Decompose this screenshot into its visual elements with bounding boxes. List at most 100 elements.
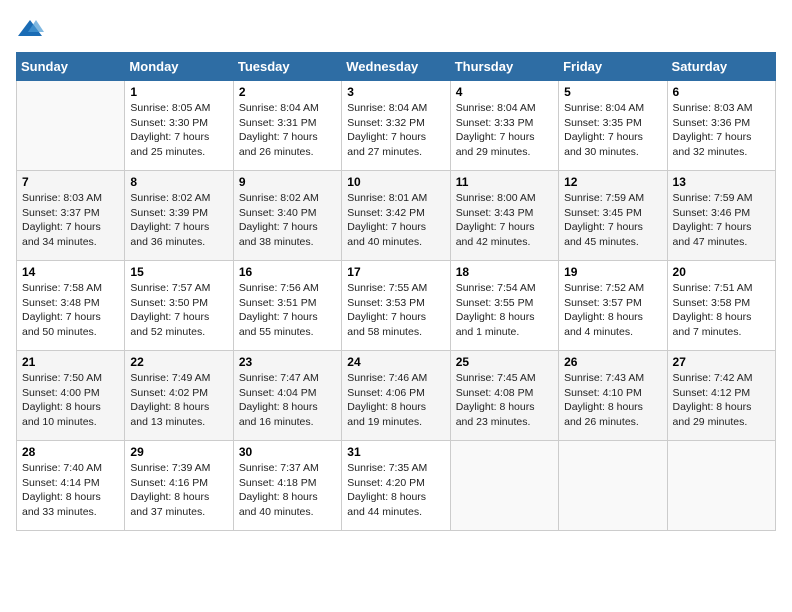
day-number: 2 [239, 85, 336, 99]
cell-info: Sunrise: 7:42 AMSunset: 4:12 PMDaylight:… [673, 371, 770, 430]
cell-info: Sunrise: 7:49 AMSunset: 4:02 PMDaylight:… [130, 371, 227, 430]
calendar-cell: 11 Sunrise: 8:00 AMSunset: 3:43 PMDayligh… [450, 171, 558, 261]
calendar-cell: 3 Sunrise: 8:04 AMSunset: 3:32 PMDaylight… [342, 81, 450, 171]
day-number: 17 [347, 265, 444, 279]
day-number: 23 [239, 355, 336, 369]
logo [16, 16, 48, 44]
cell-info: Sunrise: 7:37 AMSunset: 4:18 PMDaylight:… [239, 461, 336, 520]
cell-info: Sunrise: 7:43 AMSunset: 4:10 PMDaylight:… [564, 371, 661, 430]
day-number: 4 [456, 85, 553, 99]
cell-info: Sunrise: 8:04 AMSunset: 3:31 PMDaylight:… [239, 101, 336, 160]
day-number: 14 [22, 265, 119, 279]
calendar-cell: 19 Sunrise: 7:52 AMSunset: 3:57 PMDayligh… [559, 261, 667, 351]
calendar-cell: 2 Sunrise: 8:04 AMSunset: 3:31 PMDaylight… [233, 81, 341, 171]
cell-info: Sunrise: 7:46 AMSunset: 4:06 PMDaylight:… [347, 371, 444, 430]
day-number: 28 [22, 445, 119, 459]
calendar-cell: 20 Sunrise: 7:51 AMSunset: 3:58 PMDayligh… [667, 261, 775, 351]
calendar-cell: 16 Sunrise: 7:56 AMSunset: 3:51 PMDayligh… [233, 261, 341, 351]
day-number: 29 [130, 445, 227, 459]
cell-info: Sunrise: 8:00 AMSunset: 3:43 PMDaylight:… [456, 191, 553, 250]
cell-info: Sunrise: 8:04 AMSunset: 3:33 PMDaylight:… [456, 101, 553, 160]
header-day-sunday: Sunday [17, 53, 125, 81]
header-day-saturday: Saturday [667, 53, 775, 81]
day-number: 16 [239, 265, 336, 279]
day-number: 27 [673, 355, 770, 369]
calendar-table: SundayMondayTuesdayWednesdayThursdayFrid… [16, 52, 776, 531]
calendar-cell: 14Sunrise: 7:58 AMSunset: 3:48 PMDayligh… [17, 261, 125, 351]
cell-info: Sunrise: 7:50 AMSunset: 4:00 PMDaylight:… [22, 371, 119, 430]
cell-info: Sunrise: 7:59 AMSunset: 3:45 PMDaylight:… [564, 191, 661, 250]
cell-info: Sunrise: 8:04 AMSunset: 3:35 PMDaylight:… [564, 101, 661, 160]
calendar-cell: 15 Sunrise: 7:57 AMSunset: 3:50 PMDayligh… [125, 261, 233, 351]
day-number: 7 [22, 175, 119, 189]
calendar-week-row: 1Sunrise: 8:05 AMSunset: 3:30 PMDaylight… [17, 81, 776, 171]
day-number: 20 [673, 265, 770, 279]
calendar-cell: 5 Sunrise: 8:04 AMSunset: 3:35 PMDaylight… [559, 81, 667, 171]
day-number: 10 [347, 175, 444, 189]
cell-info: Sunrise: 7:52 AMSunset: 3:57 PMDaylight:… [564, 281, 661, 340]
calendar-cell: 24Sunrise: 7:46 AMSunset: 4:06 PMDayligh… [342, 351, 450, 441]
day-number: 1 [130, 85, 227, 99]
cell-info: Sunrise: 8:04 AMSunset: 3:32 PMDaylight:… [347, 101, 444, 160]
calendar-cell [559, 441, 667, 531]
calendar-cell: 21 Sunrise: 7:50 AMSunset: 4:00 PMDayligh… [17, 351, 125, 441]
day-number: 18 [456, 265, 553, 279]
calendar-cell: 9 Sunrise: 8:02 AMSunset: 3:40 PMDaylight… [233, 171, 341, 261]
day-number: 12 [564, 175, 661, 189]
calendar-header-row: SundayMondayTuesdayWednesdayThursdayFrid… [17, 53, 776, 81]
cell-info: Sunrise: 8:02 AMSunset: 3:39 PMDaylight:… [130, 191, 227, 250]
calendar-cell: 12 Sunrise: 7:59 AMSunset: 3:45 PMDayligh… [559, 171, 667, 261]
day-number: 25 [456, 355, 553, 369]
calendar-cell [17, 81, 125, 171]
day-number: 11 [456, 175, 553, 189]
calendar-cell: 31Sunrise: 7:35 AMSunset: 4:20 PMDayligh… [342, 441, 450, 531]
day-number: 31 [347, 445, 444, 459]
cell-info: Sunrise: 7:45 AMSunset: 4:08 PMDaylight:… [456, 371, 553, 430]
day-number: 3 [347, 85, 444, 99]
calendar-week-row: 21 Sunrise: 7:50 AMSunset: 4:00 PMDayligh… [17, 351, 776, 441]
cell-info: Sunrise: 7:54 AMSunset: 3:55 PMDaylight:… [456, 281, 553, 340]
header-day-friday: Friday [559, 53, 667, 81]
day-number: 6 [673, 85, 770, 99]
calendar-cell: 17 Sunrise: 7:55 AMSunset: 3:53 PMDayligh… [342, 261, 450, 351]
cell-info: Sunrise: 8:03 AMSunset: 3:36 PMDaylight:… [673, 101, 770, 160]
cell-info: Sunrise: 7:55 AMSunset: 3:53 PMDaylight:… [347, 281, 444, 340]
cell-info: Sunrise: 8:02 AMSunset: 3:40 PMDaylight:… [239, 191, 336, 250]
cell-info: Sunrise: 7:57 AMSunset: 3:50 PMDaylight:… [130, 281, 227, 340]
calendar-cell: 27 Sunrise: 7:42 AMSunset: 4:12 PMDayligh… [667, 351, 775, 441]
calendar-cell: 29 Sunrise: 7:39 AMSunset: 4:16 PMDayligh… [125, 441, 233, 531]
cell-info: Sunrise: 7:56 AMSunset: 3:51 PMDaylight:… [239, 281, 336, 340]
day-number: 8 [130, 175, 227, 189]
calendar-week-row: 7 Sunrise: 8:03 AMSunset: 3:37 PMDaylight… [17, 171, 776, 261]
day-number: 9 [239, 175, 336, 189]
calendar-cell: 13Sunrise: 7:59 AMSunset: 3:46 PMDayligh… [667, 171, 775, 261]
logo-icon [16, 16, 44, 44]
header-day-monday: Monday [125, 53, 233, 81]
day-number: 19 [564, 265, 661, 279]
cell-info: Sunrise: 7:39 AMSunset: 4:16 PMDaylight:… [130, 461, 227, 520]
day-number: 30 [239, 445, 336, 459]
calendar-cell: 30 Sunrise: 7:37 AMSunset: 4:18 PMDayligh… [233, 441, 341, 531]
calendar-cell: 4 Sunrise: 8:04 AMSunset: 3:33 PMDaylight… [450, 81, 558, 171]
calendar-cell: 25 Sunrise: 7:45 AMSunset: 4:08 PMDayligh… [450, 351, 558, 441]
day-number: 22 [130, 355, 227, 369]
cell-info: Sunrise: 7:51 AMSunset: 3:58 PMDaylight:… [673, 281, 770, 340]
calendar-week-row: 14Sunrise: 7:58 AMSunset: 3:48 PMDayligh… [17, 261, 776, 351]
calendar-cell: 10 Sunrise: 8:01 AMSunset: 3:42 PMDayligh… [342, 171, 450, 261]
calendar-cell: 22 Sunrise: 7:49 AMSunset: 4:02 PMDayligh… [125, 351, 233, 441]
calendar-cell: 28 Sunrise: 7:40 AMSunset: 4:14 PMDayligh… [17, 441, 125, 531]
cell-info: Sunrise: 7:47 AMSunset: 4:04 PMDaylight:… [239, 371, 336, 430]
calendar-cell: 7 Sunrise: 8:03 AMSunset: 3:37 PMDaylight… [17, 171, 125, 261]
day-number: 15 [130, 265, 227, 279]
cell-info: Sunrise: 7:40 AMSunset: 4:14 PMDaylight:… [22, 461, 119, 520]
cell-info: Sunrise: 8:01 AMSunset: 3:42 PMDaylight:… [347, 191, 444, 250]
cell-info: Sunrise: 8:03 AMSunset: 3:37 PMDaylight:… [22, 191, 119, 250]
calendar-cell: 26Sunrise: 7:43 AMSunset: 4:10 PMDayligh… [559, 351, 667, 441]
header-day-tuesday: Tuesday [233, 53, 341, 81]
calendar-cell: 23 Sunrise: 7:47 AMSunset: 4:04 PMDayligh… [233, 351, 341, 441]
day-number: 21 [22, 355, 119, 369]
calendar-cell [450, 441, 558, 531]
day-number: 5 [564, 85, 661, 99]
header-day-wednesday: Wednesday [342, 53, 450, 81]
calendar-week-row: 28 Sunrise: 7:40 AMSunset: 4:14 PMDayligh… [17, 441, 776, 531]
